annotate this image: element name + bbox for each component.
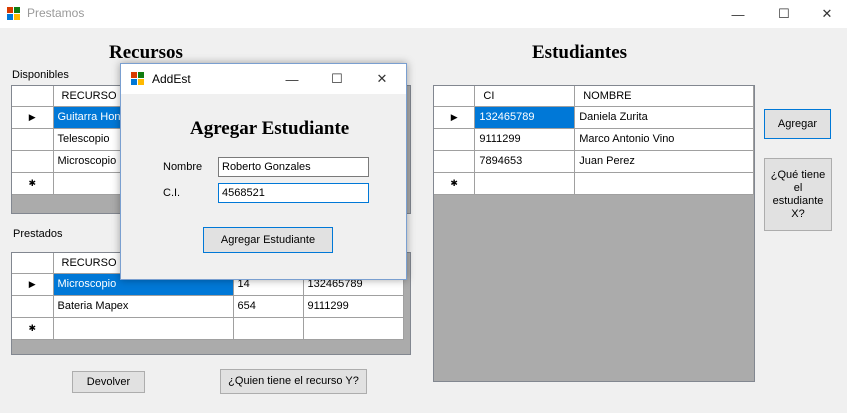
dialog-close-icon[interactable]: ✕ bbox=[359, 64, 405, 94]
row-header-cell[interactable] bbox=[12, 128, 54, 151]
grid-header-row: CI NOMBRE bbox=[434, 86, 754, 107]
row-pointer-icon[interactable]: ▶ bbox=[12, 106, 54, 129]
dialog-heading: Agregar Estudiante bbox=[190, 118, 350, 139]
cell-ci[interactable]: 9111299 bbox=[474, 128, 576, 151]
cell-col2[interactable] bbox=[233, 317, 304, 340]
cell-nombre[interactable]: Daniela Zurita bbox=[574, 106, 754, 129]
cell-col2[interactable]: 654 bbox=[233, 295, 304, 318]
estudiantes-heading: Estudiantes bbox=[532, 42, 628, 63]
cell-ci[interactable] bbox=[474, 172, 576, 195]
cell-nombre[interactable] bbox=[574, 172, 754, 195]
row-header-corner bbox=[12, 253, 54, 274]
row-header-cell[interactable] bbox=[434, 128, 476, 151]
prestados-label: Prestados bbox=[13, 228, 63, 240]
row-header-corner bbox=[12, 86, 54, 107]
cell-col3[interactable] bbox=[303, 317, 404, 340]
column-header-ci[interactable]: CI bbox=[474, 86, 576, 107]
dialog-title-bar: AddEst — ☐ ✕ bbox=[121, 64, 406, 94]
cell-recurso[interactable] bbox=[53, 317, 234, 340]
maximize-icon[interactable]: ☐ bbox=[761, 0, 807, 28]
recursos-heading: Recursos bbox=[109, 42, 183, 63]
window-title: Prestamos bbox=[27, 6, 85, 20]
agregar-button[interactable]: Agregar bbox=[764, 109, 831, 139]
new-row-asterisk-icon[interactable]: ✱ bbox=[12, 172, 54, 195]
table-row[interactable]: Bateria Mapex 654 9111299 bbox=[12, 295, 404, 318]
close-icon[interactable]: ✕ bbox=[804, 0, 847, 28]
nombre-field[interactable] bbox=[218, 157, 369, 177]
dialog-app-icon bbox=[131, 72, 145, 86]
cell-recurso[interactable]: Bateria Mapex bbox=[53, 295, 234, 318]
row-pointer-icon[interactable]: ▶ bbox=[12, 273, 54, 296]
dialog-maximize-icon[interactable]: ☐ bbox=[314, 64, 360, 94]
agregar-estudiante-button[interactable]: Agregar Estudiante bbox=[203, 227, 333, 253]
table-row[interactable]: 9111299 Marco Antonio Vino bbox=[434, 128, 754, 151]
row-header-cell[interactable] bbox=[12, 150, 54, 173]
new-row-asterisk-icon[interactable]: ✱ bbox=[12, 317, 54, 340]
row-header-corner bbox=[434, 86, 476, 107]
ci-label: C.I. bbox=[163, 187, 181, 199]
cell-nombre[interactable]: Juan Perez bbox=[574, 150, 754, 173]
cell-nombre[interactable]: Marco Antonio Vino bbox=[574, 128, 754, 151]
app-icon bbox=[7, 7, 21, 21]
dialog-title: AddEst bbox=[152, 72, 191, 86]
cell-ci[interactable]: 7894653 bbox=[474, 150, 576, 173]
disponibles-label: Disponibles bbox=[12, 69, 69, 81]
new-row-asterisk-icon[interactable]: ✱ bbox=[434, 172, 476, 195]
cell-ci[interactable]: 132465789 bbox=[474, 106, 576, 129]
table-row-new[interactable]: ✱ bbox=[434, 172, 754, 195]
dialog-minimize-icon[interactable]: — bbox=[269, 64, 315, 94]
title-bar: Prestamos — ☐ ✕ bbox=[0, 0, 847, 28]
row-pointer-icon[interactable]: ▶ bbox=[434, 106, 476, 129]
row-header-cell[interactable] bbox=[12, 295, 54, 318]
quien-tiene-recurso-button[interactable]: ¿Quien tiene el recurso Y? bbox=[220, 369, 367, 394]
add-student-dialog[interactable]: AddEst — ☐ ✕ Agregar Estudiante Nombre C… bbox=[120, 63, 407, 280]
cell-col3[interactable]: 9111299 bbox=[303, 295, 404, 318]
que-tiene-estudiante-button[interactable]: ¿Qué tiene el estudiante X? bbox=[764, 158, 832, 231]
column-header-nombre[interactable]: NOMBRE bbox=[574, 86, 754, 107]
table-row[interactable]: 7894653 Juan Perez bbox=[434, 150, 754, 173]
ci-field[interactable] bbox=[218, 183, 369, 203]
nombre-label: Nombre bbox=[163, 161, 203, 173]
devolver-button[interactable]: Devolver bbox=[72, 371, 145, 393]
table-row[interactable]: ▶ 132465789 Daniela Zurita bbox=[434, 106, 754, 129]
minimize-icon[interactable]: — bbox=[715, 0, 761, 28]
row-header-cell[interactable] bbox=[434, 150, 476, 173]
estudiantes-grid[interactable]: CI NOMBRE ▶ 132465789 Daniela Zurita 911… bbox=[433, 85, 755, 382]
table-row-new[interactable]: ✱ bbox=[12, 317, 404, 340]
